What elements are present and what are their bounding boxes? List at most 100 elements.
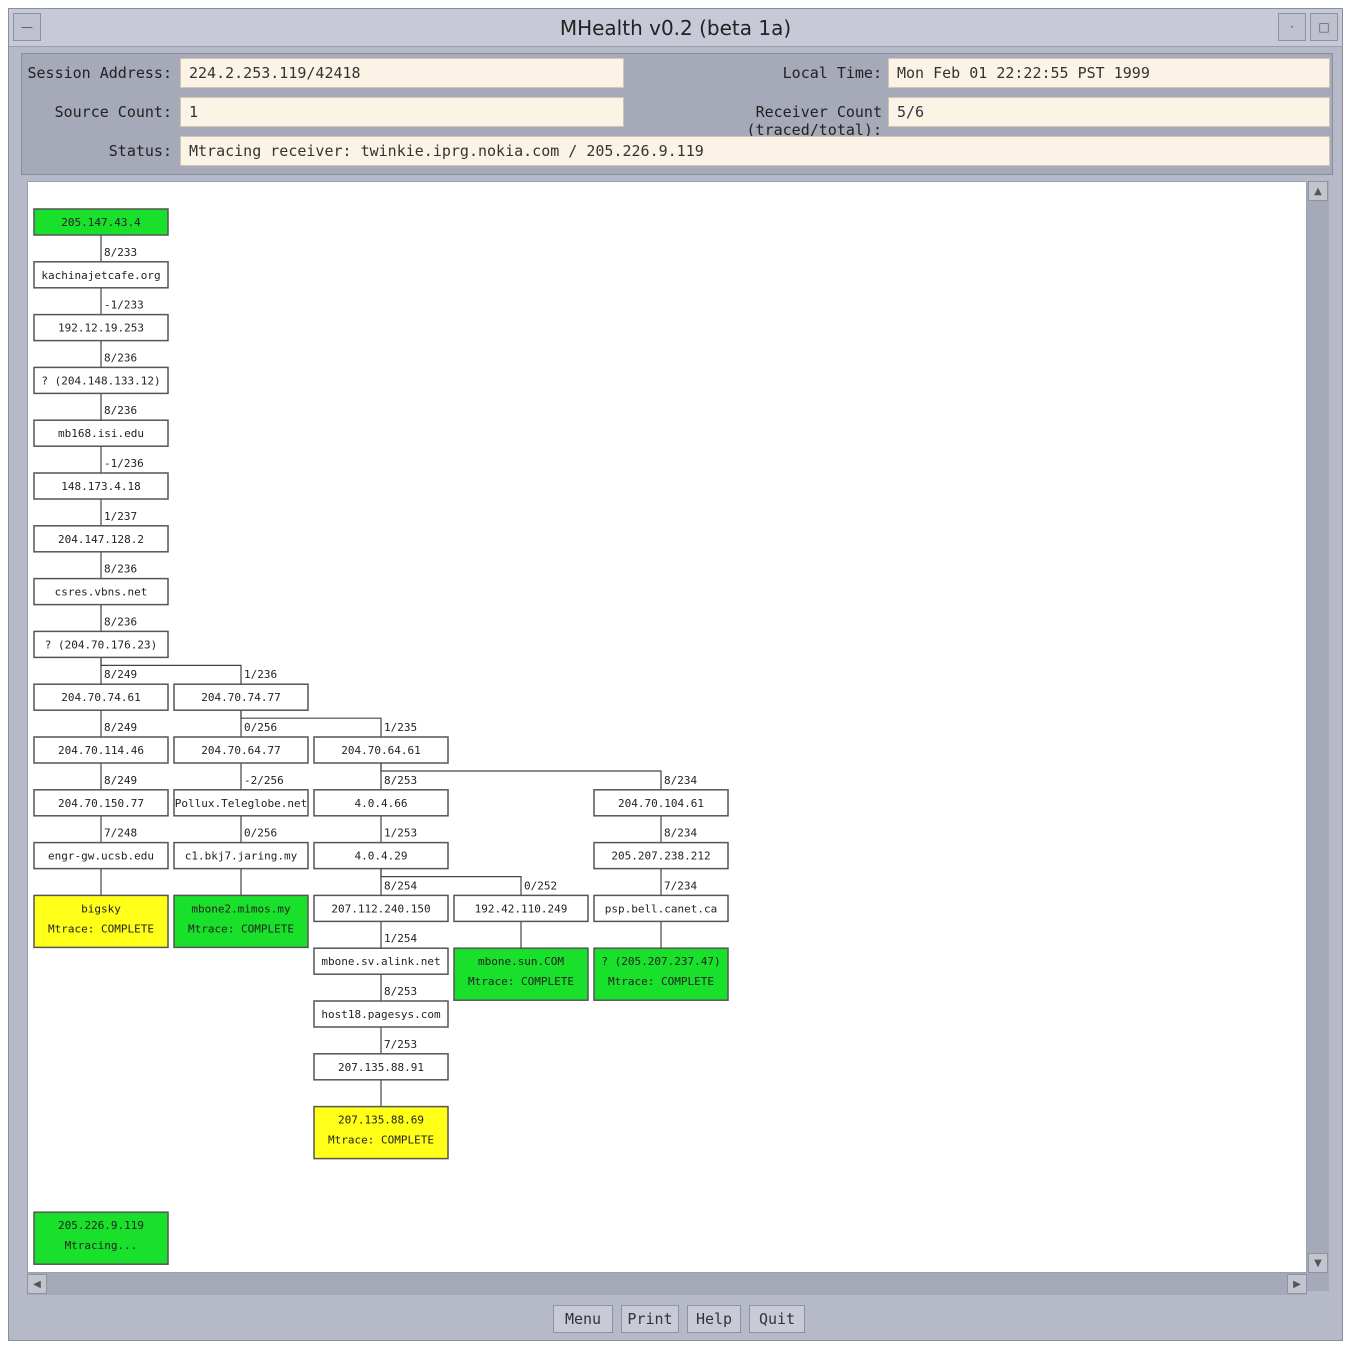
node-label: 192.12.19.253	[58, 322, 144, 335]
node-label: mbone2.mimos.my	[191, 902, 291, 915]
node-label: 204.70.150.77	[58, 797, 144, 810]
node-label: 207.135.88.69	[338, 1114, 424, 1127]
node-label: Mtrace: COMPLETE	[608, 975, 714, 988]
ttl-label: 8/249	[104, 721, 137, 734]
menu-button[interactable]: Menu	[553, 1305, 613, 1333]
ttl-label: 8/253	[384, 985, 417, 998]
ttl-label: 1/235	[384, 721, 417, 734]
router-node[interactable]: Pollux.Teleglobe.net	[173, 789, 309, 817]
receiver-count-label: Receiver Count (traced/total):	[746, 103, 882, 139]
node-label: Mtrace: COMPLETE	[328, 1134, 434, 1147]
node-label: 207.135.88.91	[338, 1061, 424, 1074]
receiver-count-field[interactable]: 5/6	[888, 97, 1330, 127]
router-node[interactable]: mb168.isi.edu	[33, 419, 169, 447]
router-node[interactable]: 204.70.104.61	[593, 789, 729, 817]
receiver-node[interactable]: 207.135.88.69 Mtrace: COMPLETE	[313, 1105, 449, 1160]
node-label: csres.vbns.net	[55, 586, 148, 599]
router-node[interactable]: ? (204.148.133.12)	[33, 366, 169, 395]
router-node[interactable]: ? (204.70.176.23)	[33, 630, 169, 659]
ttl-label: 8/236	[104, 563, 137, 576]
node-label: engr-gw.ucsb.edu	[48, 850, 154, 863]
receiver-node[interactable]: ? (205.207.237.47) Mtrace: COMPLETE	[593, 947, 729, 1001]
node-label: Mtrace: COMPLETE	[468, 975, 574, 988]
router-node[interactable]: 207.135.88.91	[313, 1053, 449, 1081]
router-node[interactable]: 204.70.150.77	[33, 789, 169, 817]
scroll-down-icon[interactable]: ▼	[1308, 1253, 1328, 1273]
ttl-label: 1/253	[384, 827, 417, 840]
vertical-scrollbar[interactable]: ▲ ▼	[1307, 181, 1329, 1291]
print-button[interactable]: Print	[621, 1305, 679, 1333]
router-node[interactable]: 204.70.114.46	[33, 736, 169, 764]
receiver-node[interactable]: mbone2.mimos.my Mtrace: COMPLETE	[173, 894, 309, 949]
node-label: 204.70.74.77	[201, 691, 280, 704]
node-label: 204.70.74.61	[61, 691, 140, 704]
node-label: Mtrace: COMPLETE	[188, 922, 294, 935]
router-node[interactable]: 204.70.64.77	[173, 736, 309, 764]
button-bar: Menu Print Help Quit	[9, 1301, 1342, 1339]
router-node[interactable]: host18.pagesys.com	[313, 1000, 449, 1028]
router-node[interactable]: 4.0.4.29	[313, 841, 449, 870]
ttl-label: 8/249	[104, 668, 137, 681]
node-label: 204.70.104.61	[618, 797, 704, 810]
scroll-left-icon[interactable]: ◀	[27, 1274, 47, 1294]
status-field[interactable]: Mtracing receiver: twinkie.iprg.nokia.co…	[180, 136, 1330, 166]
node-label: 205.226.9.119	[58, 1219, 144, 1232]
endpoint-node[interactable]: 205.226.9.119 Mtracing...	[33, 1211, 169, 1265]
ttl-label: 0/256	[244, 721, 277, 734]
minimize-icon: ·	[1290, 20, 1294, 34]
session-address-field[interactable]: 224.2.253.119/42418	[180, 58, 624, 88]
router-node[interactable]: 204.147.128.2	[33, 525, 169, 553]
router-node[interactable]: 207.112.240.150	[313, 894, 449, 923]
scroll-up-icon[interactable]: ▲	[1308, 181, 1328, 201]
title-bar[interactable]: — MHealth v0.2 (beta 1a) · □	[9, 9, 1342, 47]
ttl-label: 8/234	[664, 774, 697, 787]
router-node[interactable]: 204.70.74.61	[33, 683, 169, 711]
node-label: ? (204.148.133.12)	[41, 374, 160, 387]
node-label: Mtracing...	[65, 1239, 138, 1252]
router-node[interactable]: 192.42.110.249	[453, 894, 589, 923]
quit-button[interactable]: Quit	[749, 1305, 805, 1333]
window-title: MHealth v0.2 (beta 1a)	[559, 16, 792, 40]
ttl-label: 8/253	[384, 774, 417, 787]
ttl-label: 7/234	[664, 879, 697, 892]
node-label: host18.pagesys.com	[321, 1008, 441, 1021]
minimize-button[interactable]: ·	[1278, 13, 1306, 41]
router-node[interactable]: mbone.sv.alink.net	[313, 947, 449, 975]
node-label: 4.0.4.29	[355, 850, 408, 863]
ttl-label: 8/233	[104, 246, 137, 259]
router-node[interactable]: 205.207.238.212	[593, 841, 729, 870]
maximize-icon: □	[1318, 20, 1330, 34]
router-node[interactable]: 148.173.4.18	[33, 472, 169, 500]
node-label: c1.bkj7.jaring.my	[185, 850, 298, 863]
node-label: kachinajetcafe.org	[41, 269, 160, 282]
maximize-button[interactable]: □	[1310, 13, 1338, 41]
router-node[interactable]: 192.12.19.253	[33, 313, 169, 342]
local-time-field[interactable]: Mon Feb 01 22:22:55 PST 1999	[888, 58, 1330, 88]
node-label: bigsky	[81, 902, 121, 915]
node-label: 205.207.238.212	[611, 850, 710, 863]
router-node[interactable]: psp.bell.canet.ca	[593, 894, 729, 923]
node-label: mbone.sun.COM	[478, 955, 564, 968]
ttl-label: 8/236	[104, 351, 137, 364]
help-button[interactable]: Help	[687, 1305, 741, 1333]
router-node[interactable]: c1.bkj7.jaring.my	[173, 841, 309, 870]
multicast-tree-canvas[interactable]: 205.147.43.4 kachinajetcafe.org 8/233 192.1…	[27, 181, 1307, 1273]
node-label: ? (204.70.176.23)	[45, 638, 158, 651]
receiver-node[interactable]: bigsky Mtrace: COMPLETE	[33, 894, 169, 949]
router-node[interactable]: 204.70.64.61	[313, 736, 449, 764]
source-count-field[interactable]: 1	[180, 97, 624, 127]
router-node[interactable]: csres.vbns.net	[33, 577, 169, 606]
router-node[interactable]: 4.0.4.66	[313, 789, 449, 817]
mhealth-window: — MHealth v0.2 (beta 1a) · □ Session Add…	[8, 8, 1343, 1341]
horizontal-scrollbar[interactable]: ◀ ▶	[27, 1273, 1307, 1295]
router-node[interactable]: kachinajetcafe.org	[33, 261, 169, 289]
endpoint-node[interactable]: 205.147.43.4	[33, 208, 169, 236]
session-address-label: Session Address:	[27, 64, 173, 82]
multicast-tree: 205.147.43.4 kachinajetcafe.org 8/233 192.1…	[33, 208, 729, 1265]
router-node[interactable]: 204.70.74.77	[173, 683, 309, 711]
ttl-label: 8/254	[384, 879, 417, 892]
scroll-right-icon[interactable]: ▶	[1287, 1274, 1307, 1294]
router-node[interactable]: engr-gw.ucsb.edu	[33, 841, 169, 870]
receiver-node[interactable]: mbone.sun.COM Mtrace: COMPLETE	[453, 947, 589, 1001]
node-label: 207.112.240.150	[331, 902, 430, 915]
